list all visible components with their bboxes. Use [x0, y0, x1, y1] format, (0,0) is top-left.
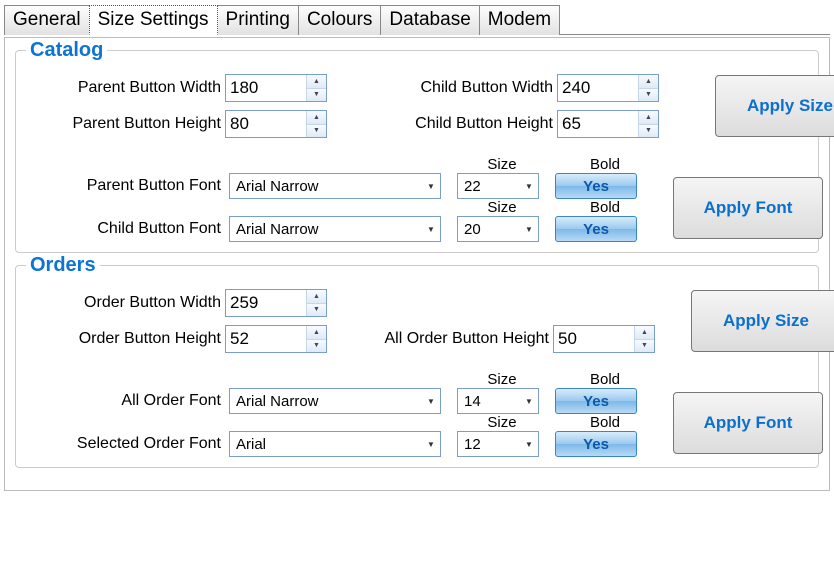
tab-modem[interactable]: Modem — [479, 5, 560, 35]
parent-width-input[interactable] — [226, 75, 306, 101]
child-bold-toggle[interactable]: Yes — [555, 216, 637, 242]
label-selected-order-font: Selected Order Font — [77, 435, 221, 453]
label-child-height: Child Button Height — [383, 115, 553, 133]
chevron-down-icon[interactable]: ▼ — [422, 389, 440, 413]
label-order-height: Order Button Height — [26, 330, 221, 348]
child-width-input[interactable] — [558, 75, 638, 101]
child-font-size-value: 20 — [458, 217, 520, 241]
parent-font-combo[interactable]: Arial Narrow ▼ — [229, 173, 441, 199]
child-width-spinner[interactable]: ▲▼ — [557, 74, 659, 102]
spin-down-icon[interactable]: ▼ — [307, 124, 326, 138]
group-catalog: Catalog Parent Button Width ▲▼ Child But… — [15, 50, 819, 253]
label-bold: Bold — [555, 371, 655, 388]
group-orders: Orders Order Button Width ▲▼ Apply Size … — [15, 265, 819, 468]
parent-font-value: Arial Narrow — [230, 174, 422, 198]
spin-down-icon[interactable]: ▼ — [639, 88, 658, 102]
label-size: Size — [457, 199, 547, 216]
settings-panel: Catalog Parent Button Width ▲▼ Child But… — [4, 37, 830, 491]
orders-apply-font-button[interactable]: Apply Font — [673, 392, 823, 454]
label-size: Size — [457, 371, 547, 388]
catalog-apply-font-button[interactable]: Apply Font — [673, 177, 823, 239]
spin-down-icon[interactable]: ▼ — [635, 339, 654, 353]
tab-printing[interactable]: Printing — [217, 5, 299, 35]
chevron-down-icon[interactable]: ▼ — [422, 217, 440, 241]
spin-up-icon[interactable]: ▲ — [635, 326, 654, 339]
spin-down-icon[interactable]: ▼ — [307, 339, 326, 353]
selected-order-font-size-value: 12 — [458, 432, 520, 456]
selected-order-font-value: Arial — [230, 432, 422, 456]
spin-up-icon[interactable]: ▲ — [639, 75, 658, 88]
parent-height-spinner[interactable]: ▲▼ — [225, 110, 327, 138]
all-order-font-value: Arial Narrow — [230, 389, 422, 413]
child-height-input[interactable] — [558, 111, 638, 137]
label-parent-font: Parent Button Font — [87, 177, 221, 195]
chevron-down-icon[interactable]: ▼ — [520, 432, 538, 456]
order-height-input[interactable] — [226, 326, 306, 352]
all-order-height-input[interactable] — [554, 326, 634, 352]
tab-bar: General Size Settings Printing Colours D… — [4, 4, 830, 35]
chevron-down-icon[interactable]: ▼ — [520, 217, 538, 241]
chevron-down-icon[interactable]: ▼ — [422, 432, 440, 456]
order-width-input[interactable] — [226, 290, 306, 316]
label-order-width: Order Button Width — [26, 294, 221, 312]
spin-up-icon[interactable]: ▲ — [639, 111, 658, 124]
spin-up-icon[interactable]: ▲ — [307, 111, 326, 124]
chevron-down-icon[interactable]: ▼ — [520, 389, 538, 413]
child-font-combo[interactable]: Arial Narrow ▼ — [229, 216, 441, 242]
child-height-spinner[interactable]: ▲▼ — [557, 110, 659, 138]
spin-down-icon[interactable]: ▼ — [639, 124, 658, 138]
label-size: Size — [457, 156, 547, 173]
tab-colours[interactable]: Colours — [298, 5, 381, 35]
parent-bold-toggle[interactable]: Yes — [555, 173, 637, 199]
order-height-spinner[interactable]: ▲▼ — [225, 325, 327, 353]
label-child-width: Child Button Width — [383, 79, 553, 97]
all-order-bold-toggle[interactable]: Yes — [555, 388, 637, 414]
all-order-font-size-value: 14 — [458, 389, 520, 413]
label-parent-height: Parent Button Height — [26, 115, 221, 133]
group-title-orders: Orders — [26, 254, 100, 277]
all-order-font-size-combo[interactable]: 14 ▼ — [457, 388, 539, 414]
label-size: Size — [457, 414, 547, 431]
chevron-down-icon[interactable]: ▼ — [422, 174, 440, 198]
orders-apply-size-button[interactable]: Apply Size — [691, 290, 834, 352]
parent-height-input[interactable] — [226, 111, 306, 137]
selected-order-font-size-combo[interactable]: 12 ▼ — [457, 431, 539, 457]
label-bold: Bold — [555, 199, 655, 216]
label-parent-width: Parent Button Width — [26, 79, 221, 97]
order-width-spinner[interactable]: ▲▼ — [225, 289, 327, 317]
spin-up-icon[interactable]: ▲ — [307, 290, 326, 303]
child-font-size-combo[interactable]: 20 ▼ — [457, 216, 539, 242]
tab-general[interactable]: General — [4, 5, 90, 35]
parent-font-size-combo[interactable]: 22 ▼ — [457, 173, 539, 199]
child-font-value: Arial Narrow — [230, 217, 422, 241]
label-all-order-font: All Order Font — [121, 392, 221, 410]
parent-width-spinner[interactable]: ▲▼ — [225, 74, 327, 102]
group-title-catalog: Catalog — [26, 39, 107, 62]
spin-down-icon[interactable]: ▼ — [307, 303, 326, 317]
chevron-down-icon[interactable]: ▼ — [520, 174, 538, 198]
label-all-order-height: All Order Button Height — [339, 330, 549, 348]
selected-order-font-combo[interactable]: Arial ▼ — [229, 431, 441, 457]
selected-order-bold-toggle[interactable]: Yes — [555, 431, 637, 457]
all-order-font-combo[interactable]: Arial Narrow ▼ — [229, 388, 441, 414]
catalog-apply-size-button[interactable]: Apply Size — [715, 75, 834, 137]
spin-down-icon[interactable]: ▼ — [307, 88, 326, 102]
spin-up-icon[interactable]: ▲ — [307, 75, 326, 88]
label-bold: Bold — [555, 156, 655, 173]
label-child-font: Child Button Font — [97, 220, 221, 238]
all-order-height-spinner[interactable]: ▲▼ — [553, 325, 655, 353]
tab-size-settings[interactable]: Size Settings — [89, 5, 218, 35]
label-bold: Bold — [555, 414, 655, 431]
spin-up-icon[interactable]: ▲ — [307, 326, 326, 339]
tab-database[interactable]: Database — [380, 5, 479, 35]
parent-font-size-value: 22 — [458, 174, 520, 198]
